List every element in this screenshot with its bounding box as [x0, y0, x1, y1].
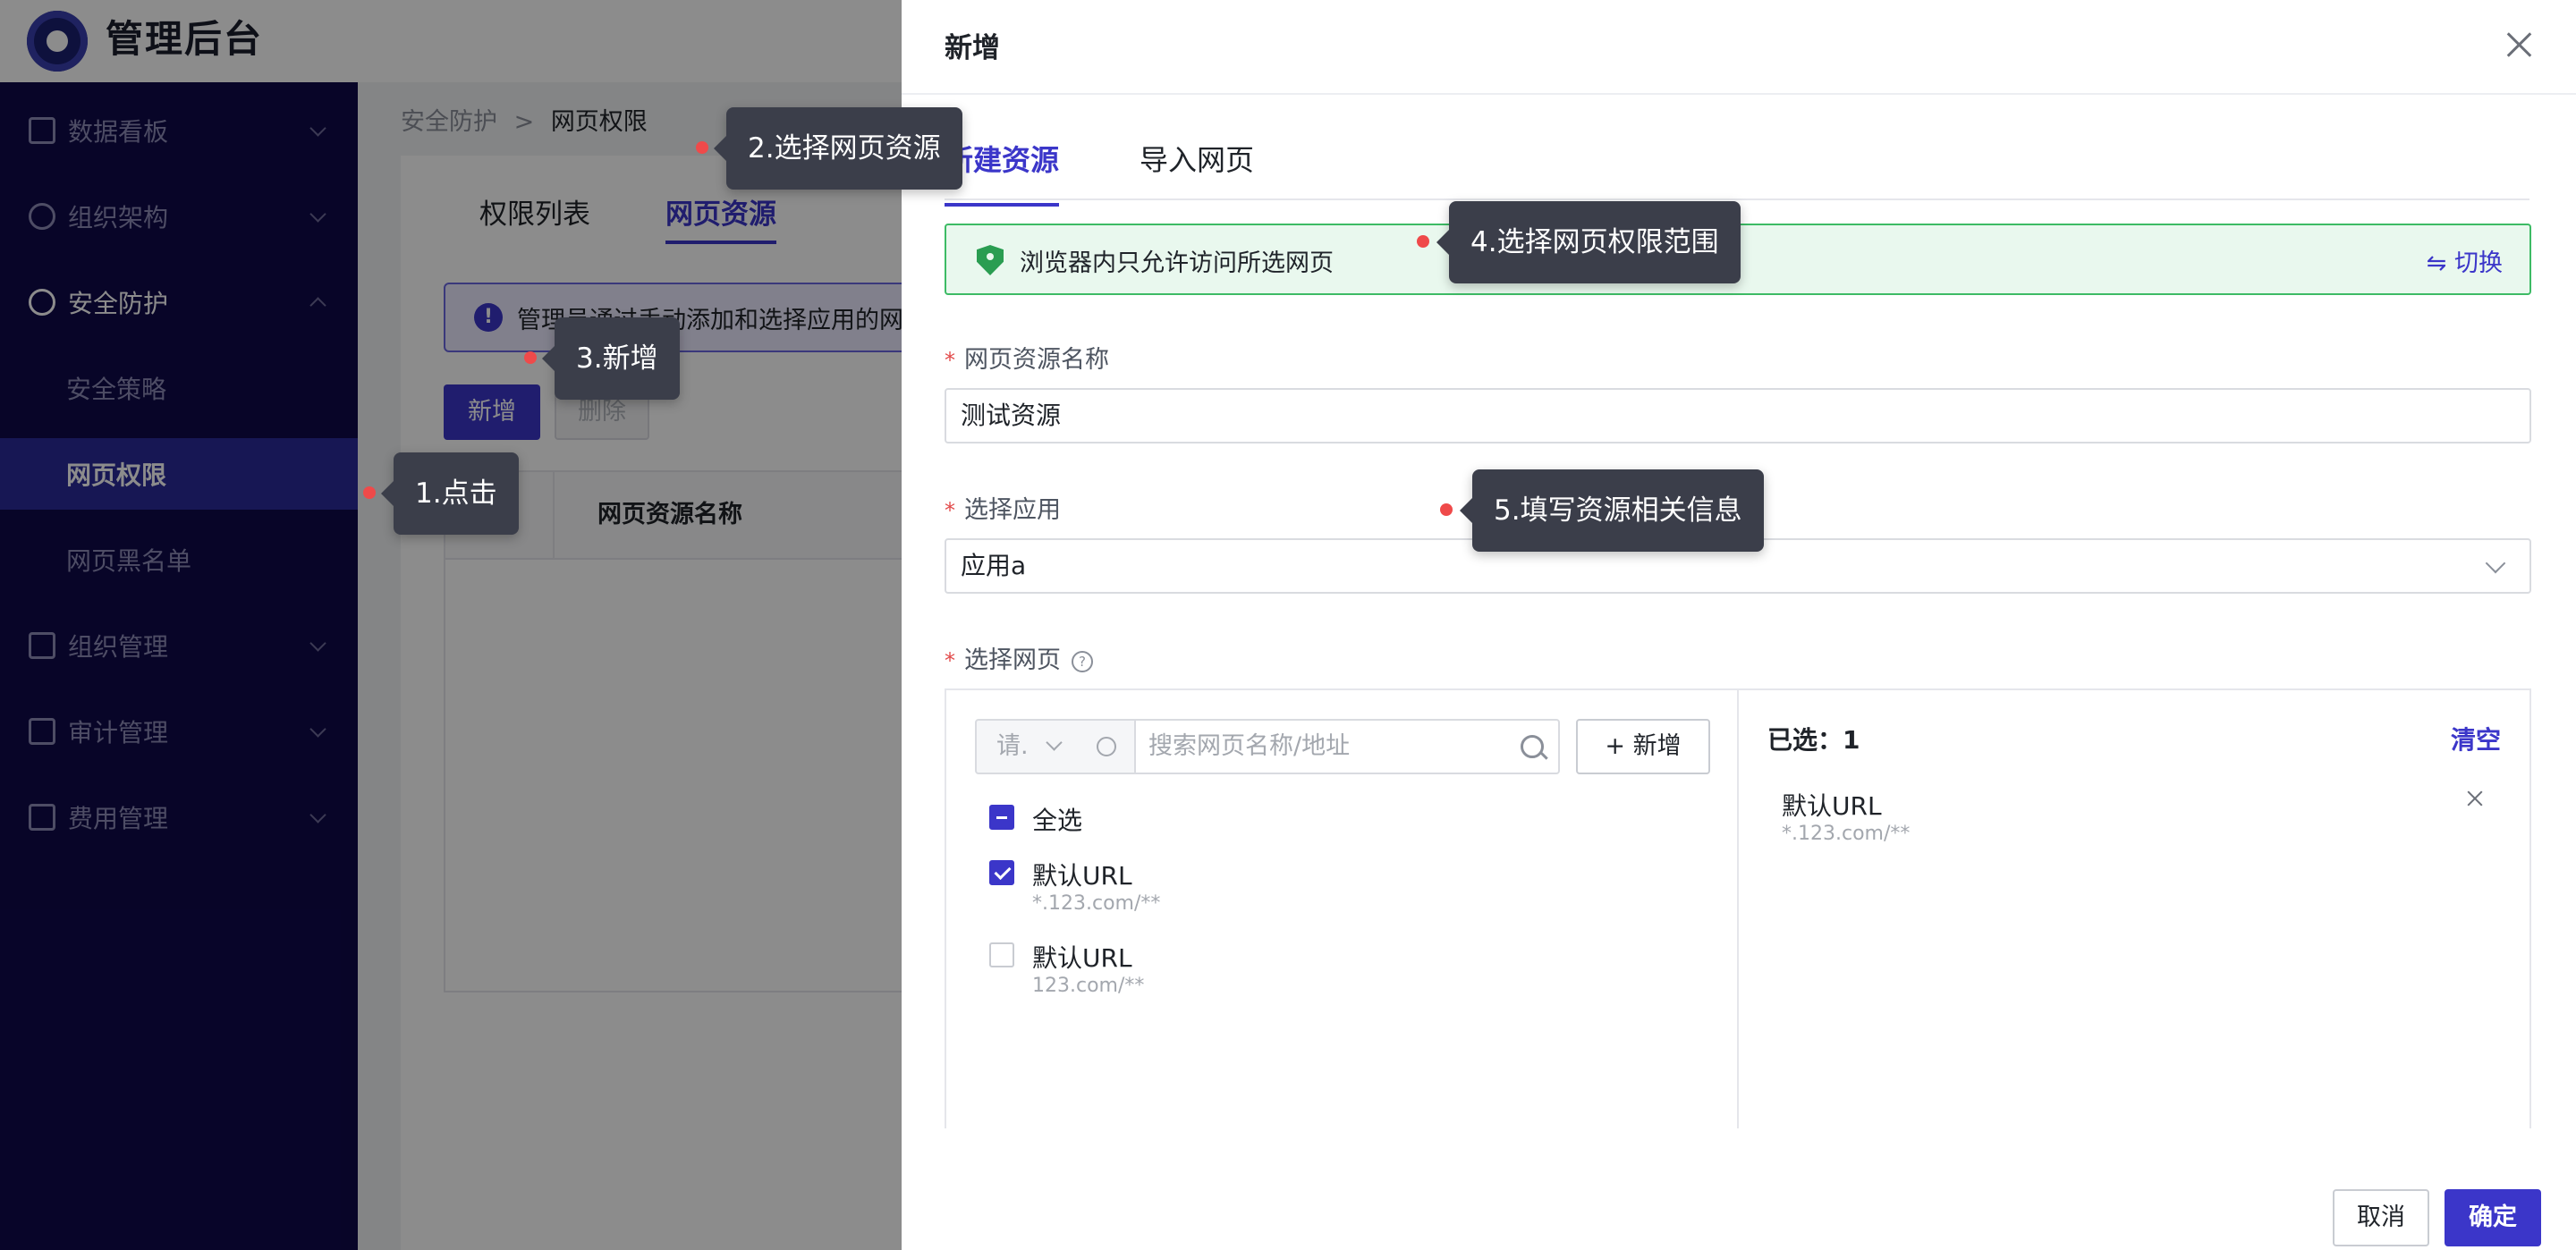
required-mark: *	[945, 498, 955, 523]
resource-name-label: * 网页资源名称	[945, 346, 1109, 374]
page-option-checkbox[interactable]	[989, 942, 1014, 967]
resource-name-input[interactable]: 测试资源	[945, 388, 2531, 443]
check-circle-icon	[1097, 737, 1116, 756]
clear-button[interactable]: 清空	[2451, 721, 2501, 756]
guide-dot	[363, 486, 376, 499]
drawer-header: 新增	[902, 0, 2576, 95]
add-drawer: 新增 新建资源 导入网页 浏览器内只允许访问所选网页 ⇋ 切换 * 网页资源名称 …	[902, 0, 2576, 1250]
drawer-title: 新增	[945, 32, 1000, 64]
confirm-button[interactable]: 确定	[2445, 1189, 2541, 1246]
guide-dot	[696, 141, 708, 154]
required-mark: *	[945, 348, 955, 373]
guide-tooltip-step-3: 3.新增	[542, 317, 680, 400]
page-option-name[interactable]: 默认URL	[1032, 857, 1132, 892]
guide-dot	[1417, 235, 1429, 248]
select-all-label[interactable]: 全选	[1032, 801, 1082, 837]
cancel-button[interactable]: 取消	[2333, 1189, 2429, 1246]
guide-dot	[524, 351, 537, 364]
guide-tooltip-step-5: 5.填写资源相关信息	[1460, 469, 1764, 552]
transfer-selected-panel: 已选：1 清空 默认URL *.123.com/**	[1739, 690, 2529, 1128]
page-option-url: 123.com/**	[1032, 975, 1145, 997]
page-search-input[interactable]: 搜索网页名称/地址	[1134, 719, 1560, 774]
required-mark: *	[945, 648, 955, 673]
guide-tooltip-step-2: 2.选择网页资源	[714, 107, 962, 190]
search-icon[interactable]	[1521, 735, 1544, 758]
page-select-label: * 选择网页?	[945, 640, 1093, 675]
page-transfer: 请. 搜索网页名称/地址 + 新增 全选 默认URL *.123.com/** …	[945, 688, 2531, 1128]
guide-tooltip-step-1: 1.点击	[381, 452, 519, 535]
app-select-value: 应用a	[961, 551, 1027, 580]
search-placeholder: 搜索网页名称/地址	[1148, 732, 1351, 760]
select-all-checkbox[interactable]	[989, 805, 1014, 830]
chevron-down-icon	[2485, 553, 2506, 574]
guide-dot	[1440, 503, 1453, 516]
tab-import-pages[interactable]: 导入网页	[1140, 138, 1254, 179]
chevron-down-icon	[1046, 734, 1063, 751]
scope-text: 浏览器内只允许访问所选网页	[1020, 249, 1334, 277]
type-filter-placeholder: 请.	[996, 732, 1029, 760]
selected-item-url: *.123.com/**	[1782, 823, 1911, 845]
shield-icon	[977, 245, 1004, 275]
question-icon[interactable]: ?	[1072, 650, 1093, 672]
page-option-name[interactable]: 默认URL	[1032, 939, 1132, 975]
page-option-url: *.123.com/**	[1032, 892, 1161, 915]
transfer-source-panel: 请. 搜索网页名称/地址 + 新增 全选 默认URL *.123.com/** …	[946, 690, 1739, 1128]
drawer-tabs: 新建资源 导入网页	[945, 134, 2529, 207]
selected-item-name: 默认URL	[1782, 791, 1882, 821]
app-select-label: * 选择应用	[945, 496, 1061, 524]
type-filter-select[interactable]: 请.	[975, 719, 1136, 774]
guide-tooltip-step-4: 4.选择网页权限范围	[1436, 201, 1741, 283]
switch-scope-button[interactable]: ⇋ 切换	[2427, 243, 2503, 278]
close-icon[interactable]	[2501, 27, 2537, 63]
add-page-button[interactable]: + 新增	[1576, 719, 1710, 774]
selected-count: 已选：1	[1767, 725, 1860, 755]
page-option-checkbox[interactable]	[989, 860, 1014, 885]
remove-icon[interactable]	[2463, 787, 2487, 810]
